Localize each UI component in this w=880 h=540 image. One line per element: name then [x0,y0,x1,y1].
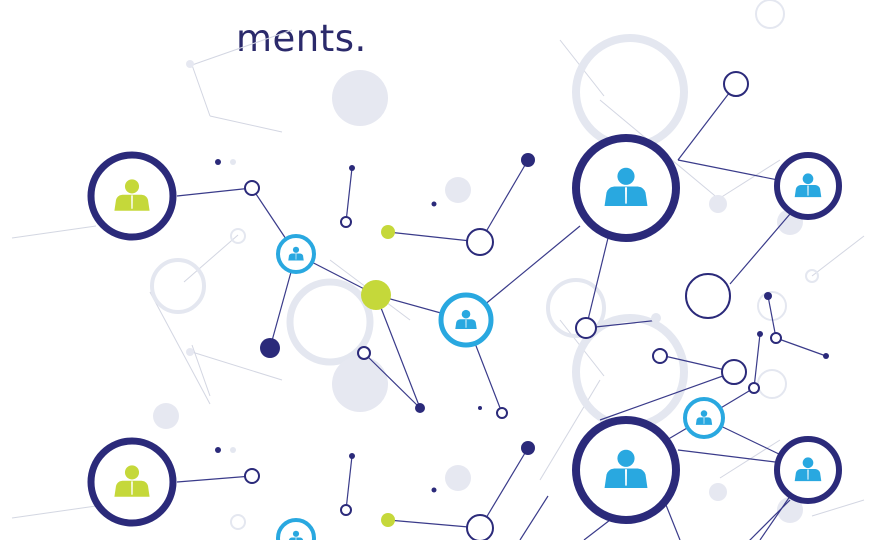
node-open [685,273,731,319]
person-node-lime [87,437,177,527]
person-node-right [774,436,842,504]
node-open [244,180,260,196]
node-open [244,468,260,484]
node-open [748,382,760,394]
person-node-lime [87,151,177,241]
node-open [496,407,508,419]
node-open [770,332,782,344]
person-node-small [276,234,316,274]
filled-nodes [215,153,829,527]
node-open [357,346,371,360]
node-open [652,348,668,364]
node-open [466,228,494,256]
person-node-medium [438,292,494,348]
node-open [340,216,352,228]
background-shapes [150,0,819,530]
node-open [340,504,352,516]
person-node-large [572,416,680,524]
person-node-small [276,518,316,540]
node-open [721,359,747,385]
node-open [466,514,494,540]
person-node-small [683,397,725,439]
node-open [575,317,597,339]
network-illustration: ments. [0,0,880,540]
connector-lines [176,83,827,540]
node-open [723,71,749,97]
open-nodes [244,71,782,540]
person-node-large [572,134,680,242]
person-node-right [774,152,842,220]
network-graph [11,0,865,540]
